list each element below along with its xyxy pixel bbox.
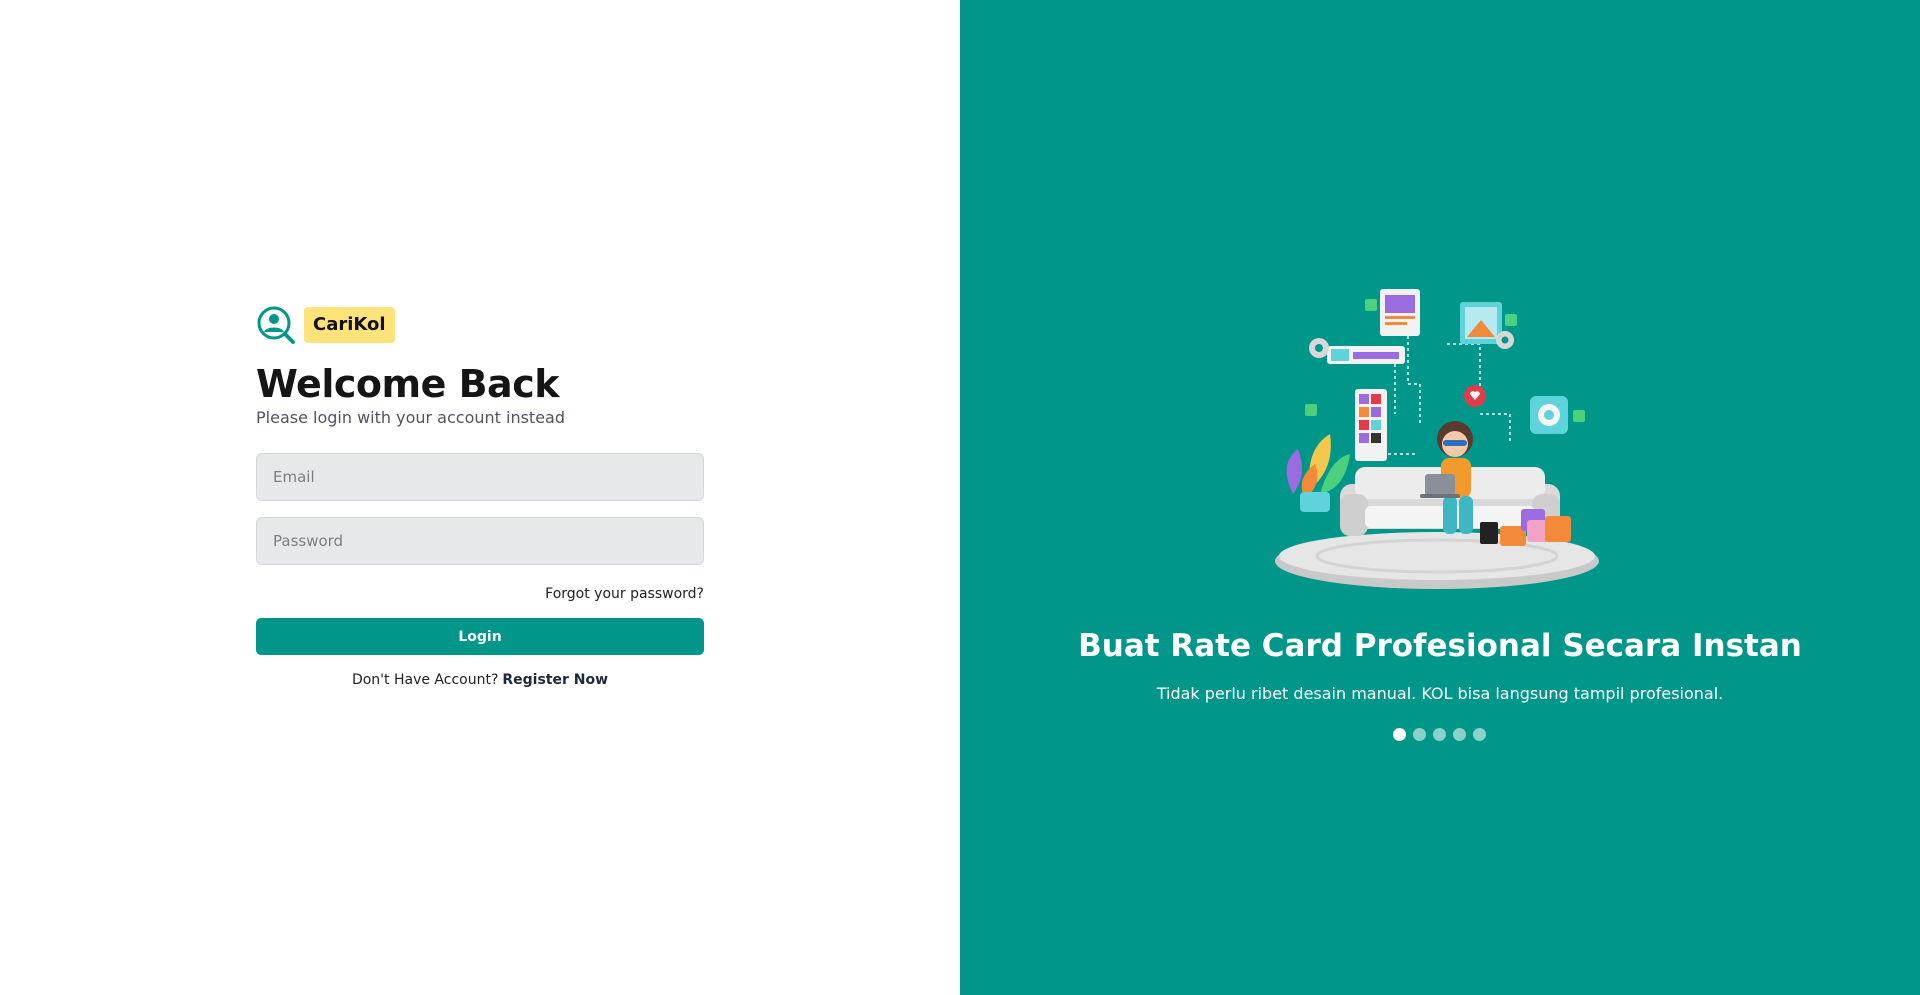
page-title: Welcome Back xyxy=(256,362,560,406)
forgot-password-link[interactable]: Forgot your password? xyxy=(545,586,704,602)
register-link[interactable]: Register Now xyxy=(502,672,608,688)
brand-name: CariKol xyxy=(304,307,395,343)
promo-subtitle: Tidak perlu ribet desain manual. KOL bis… xyxy=(1156,684,1724,703)
email-field[interactable] xyxy=(256,453,704,501)
login-panel: CariKol Welcome Back Please login with y… xyxy=(0,0,960,995)
password-field[interactable] xyxy=(256,517,704,565)
login-button[interactable]: Login xyxy=(256,618,704,655)
person-with-laptop-on-sofa-illustration xyxy=(1265,284,1605,604)
carousel-dot-3[interactable] xyxy=(1433,728,1446,741)
promo-title: Buat Rate Card Profesional Secara Instan xyxy=(1078,628,1802,664)
carousel-dot-4[interactable] xyxy=(1453,728,1466,741)
carousel-dot-1[interactable] xyxy=(1393,728,1406,741)
carousel-dot-5[interactable] xyxy=(1473,728,1486,741)
page-subtitle: Please login with your account instead xyxy=(256,408,565,427)
user-search-icon xyxy=(256,305,296,345)
register-row: Don't Have Account? Register Now xyxy=(256,672,704,688)
carousel-dot-2[interactable] xyxy=(1413,728,1426,741)
forgot-row: Forgot your password? xyxy=(256,583,704,603)
login-form: CariKol Welcome Back Please login with y… xyxy=(256,305,704,688)
register-prompt: Don't Have Account? xyxy=(351,672,499,688)
carousel-dots xyxy=(1393,728,1486,741)
brand: CariKol xyxy=(256,305,704,345)
